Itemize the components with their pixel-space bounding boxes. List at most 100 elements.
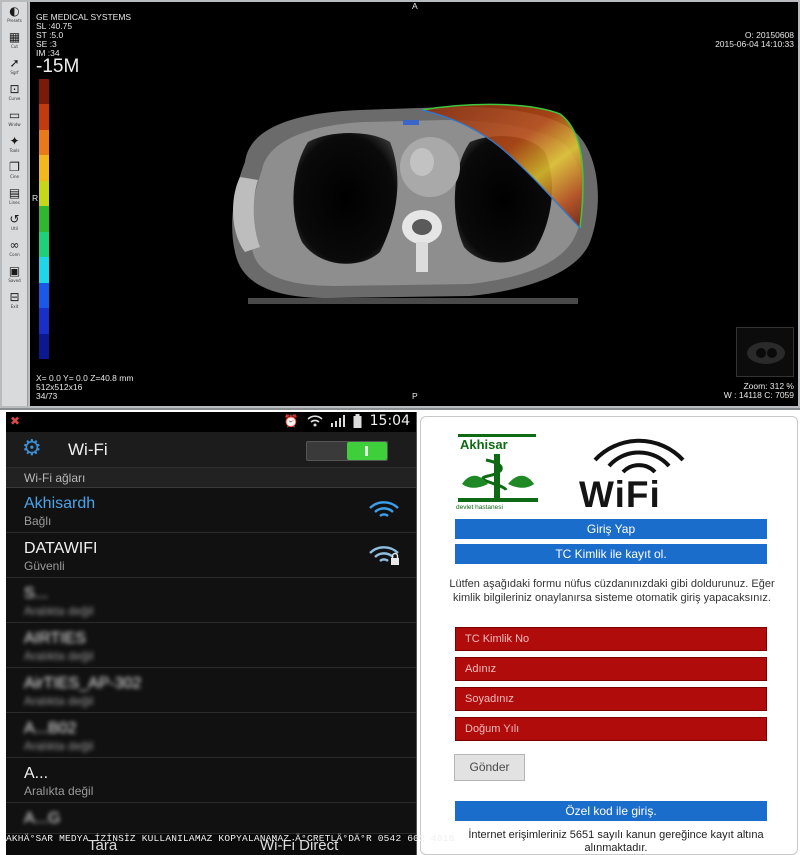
stack-icon: ▤ [8,186,21,200]
network-status: Aralıkta değil [24,604,94,618]
colorbar-segment [39,206,49,233]
wifi-network-item[interactable]: A...B02 Aralıkta değil [6,713,416,758]
watermark-text: AKHÄ°SAR MEDYA İZİNSİZ KULLANILAMAZ KOPY… [6,833,455,844]
tc-register-button[interactable]: TC Kimlik ile kayıt ol. [455,544,767,564]
form-instructions: Lütfen aşağıdaki formu nüfus cüzdanınızd… [449,578,775,604]
reset-icon: ↺ [9,212,20,226]
tools-icon: ✦ [9,134,20,148]
colorbar-segment [39,180,49,207]
android-wifi-settings: ✖ ⏰ 15:04 ⚙ Wi-Fi Wi-Fi ağları Akhisardh… [6,412,417,855]
network-name: AirTIES_AP-302 [24,675,142,692]
gear-icon[interactable]: ⚙ [22,436,42,461]
network-name: Akhisardh [24,495,96,512]
battery-icon [353,414,362,428]
window-level-readout: -15M [36,56,80,77]
network-status: Bağlı [24,514,52,528]
orientation-top-marker: A [412,2,418,11]
report-icon: ▣ [8,264,21,278]
ct-header-info: GE MEDICAL SYSTEMS SL :40.75 ST :5.0 SE … [36,12,132,58]
colorbar-segment [39,282,49,309]
hospital-logo: Akhisar devlet hastanesi [456,434,544,514]
wifi-network-item[interactable]: AIRTIES Aralıkta değil [6,623,416,668]
toolbar-button-grid[interactable]: ▦ Cut [4,30,26,52]
ct-image-viewport[interactable]: GE MEDICAL SYSTEMS SL :40.75 ST :5.0 SE … [30,2,798,406]
status-time: 15:04 [369,413,410,429]
colorbar-segment [39,155,49,182]
wifi-toggle-knob [347,442,387,460]
toolbar-button-window[interactable]: ▭ Wndw [4,108,26,130]
box-icon: ⊡ [9,82,20,96]
toolbar-button-exit[interactable]: ⊟ Exit [4,290,26,312]
toolbar-button-contrast[interactable]: ◐ Presets [4,4,26,26]
wifi-network-item[interactable]: DATAWIFI Güvenli [6,533,416,578]
logo-subtitle: devlet hastanesi [456,504,503,511]
legal-notice: İnternet erişimleriniz 5651 sayılı kanun… [468,829,764,854]
toolbar-label: Lines [9,200,20,205]
network-name: A...B02 [24,720,77,737]
contrast-icon: ◐ [9,4,20,18]
special-code-button[interactable]: Özel kod ile giriş. [455,801,767,821]
first-name-input[interactable]: Adınız [455,657,767,681]
toolbar-label: Util [11,226,18,231]
submit-button[interactable]: Gönder [454,754,525,781]
tc-kimlik-input[interactable]: TC Kimlik No [455,627,767,651]
toolbar-button-box[interactable]: ⊡ Curve [4,82,26,104]
network-status: Güvenli [24,559,65,573]
layers-icon: ❐ [9,160,20,174]
colorbar-segment [39,257,49,284]
colorbar-segment [39,79,49,105]
wifi-locked-signal-icon [369,546,399,565]
network-name: S... [24,585,49,602]
colorbar-segment [39,129,49,156]
network-status: Aralıkta değil [24,784,94,798]
page-title: Wi-Fi [68,440,108,459]
toolbar-label: Sgrf [10,70,19,75]
toolbar-button-reset[interactable]: ↺ Util [4,212,26,234]
wifi-status-icon [307,415,323,427]
ct-toolbar: ◐ Presets ▦ Cut ➚ Sgrf ⊡ Curve ▭ Wndw ✦ Tools ❐ Cine ▤… [2,2,28,406]
colorbar-segment [39,308,49,335]
wifi-network-item[interactable]: A... Aralıkta değil [6,758,416,803]
captive-portal-page: Akhisar devlet hastanesi WiFi Giriş Yap … [420,416,798,855]
toolbar-label: Presets [7,18,22,23]
toolbar-label: Conn [9,252,20,257]
birth-year-input[interactable]: Doğum Yılı [455,717,767,741]
ct-scan-image [232,103,598,304]
wifi-network-list: Akhisardh Bağlı DATAWIFI Güvenli S... Aralıkt… [6,488,416,848]
last-name-input[interactable]: Soyadınız [455,687,767,711]
ct-thumbnail-preview[interactable] [736,327,794,377]
toolbar-label: Curve [8,96,21,101]
toolbar-button-report[interactable]: ▣ Saved [4,264,26,286]
colorbar-segment [39,333,49,360]
caduceus-icon [458,454,538,502]
network-name: A...G [24,810,61,827]
toolbar-button-link[interactable]: ∞ Conn [4,238,26,260]
zoom-window-info: Zoom: 312 % W : 14118 C: 7059 [723,381,794,400]
window-icon: ▭ [8,108,21,122]
toolbar-button-layers[interactable]: ❐ Cine [4,160,26,182]
toolbar-label: Cut [11,44,18,49]
signal-icon [330,415,345,427]
wifi-networks-section-title: Wi-Fi ağları [6,468,416,488]
toolbar-button-tools[interactable]: ✦ Tools [4,134,26,156]
ct-footer-info: X= 0.0 Y= 0.0 Z=40.8 mm 512x512x16 34/73 [36,373,134,401]
notification-icon: ✖ [10,414,21,428]
network-status: Aralıkta değil [24,694,94,708]
network-name: AIRTIES [24,630,86,647]
wifi-network-item[interactable]: Akhisardh Bağlı [6,488,416,533]
wifi-header: ⚙ Wi-Fi [6,432,416,468]
toolbar-label: Saved [8,278,21,283]
toolbar-button-stack[interactable]: ▤ Lines [4,186,26,208]
wifi-network-item[interactable]: AirTIES_AP-302 Aralıkta değil [6,668,416,713]
login-button[interactable]: Giriş Yap [455,519,767,539]
exit-icon: ⊟ [9,290,20,304]
wifi-toggle[interactable] [306,441,388,461]
toolbar-button-arrow[interactable]: ➚ Sgrf [4,56,26,78]
network-name: DATAWIFI [24,540,98,557]
network-name: A... [24,765,49,782]
thumbnail-image [747,342,785,364]
orientation-left-marker: R [32,193,39,203]
grid-icon: ▦ [8,30,21,44]
wifi-network-item[interactable]: S... Aralıkta değil [6,578,416,623]
wifi-arcs-icon [593,438,685,474]
